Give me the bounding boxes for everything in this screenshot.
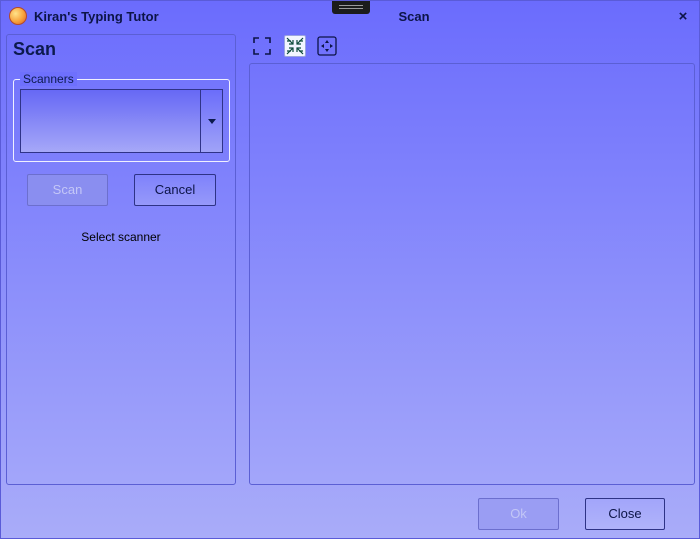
scan-preview-area [249, 63, 695, 485]
move-icon[interactable] [316, 35, 338, 57]
ok-button[interactable]: Ok [478, 498, 559, 530]
close-icon[interactable]: × [675, 9, 691, 25]
drag-handle[interactable] [332, 1, 370, 14]
actual-size-icon[interactable] [284, 35, 306, 57]
cancel-button[interactable]: Cancel [134, 174, 216, 206]
scanner-select[interactable] [20, 89, 200, 153]
close-button[interactable]: Close [585, 498, 665, 530]
chevron-down-icon [208, 119, 216, 124]
scanners-group: Scanners [13, 72, 230, 162]
status-text: Select scanner [81, 230, 161, 244]
scan-options-panel: Scan Scanners Scan Cancel Select scanner [6, 34, 236, 485]
title-bar[interactable]: Kiran's Typing Tutor Scan × [1, 1, 699, 33]
app-logo-icon [9, 7, 27, 25]
fit-to-window-icon[interactable] [251, 35, 273, 57]
scan-dialog: Kiran's Typing Tutor Scan × Scan Scanner… [0, 0, 700, 539]
scan-button[interactable]: Scan [27, 174, 108, 206]
scanners-group-label: Scanners [20, 72, 77, 86]
panel-heading: Scan [13, 39, 57, 59]
app-title: Kiran's Typing Tutor [34, 9, 159, 24]
scanner-dropdown-button[interactable] [200, 89, 223, 153]
window-title: Scan [398, 9, 430, 24]
